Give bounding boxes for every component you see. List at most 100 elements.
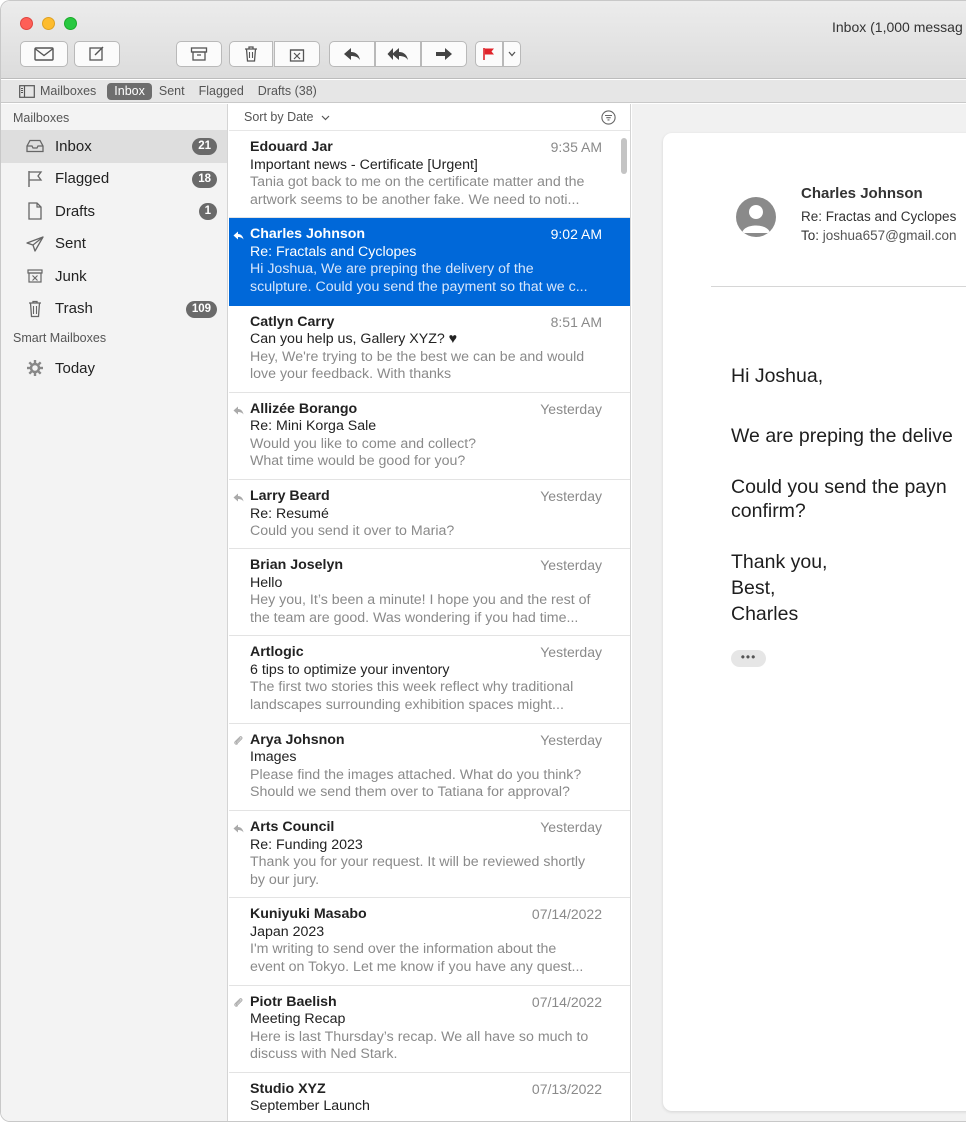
message-header-sender: Charles Johnson	[801, 185, 923, 202]
sidebar-item-label: Trash	[55, 300, 93, 318]
message-date: 9:35 AM	[550, 139, 602, 155]
message-subject: 6 tips to optimize your inventory	[250, 661, 450, 678]
favorites-drafts[interactable]: Drafts (38)	[251, 83, 324, 100]
message-header-recipient: To: joshua657@gmail.con	[801, 228, 957, 243]
message-row[interactable]: Edouard Jar 9:35 AM Important news - Cer…	[229, 131, 630, 219]
trash-icon	[245, 46, 257, 62]
replied-icon	[233, 490, 244, 508]
body-signoff: Best,	[731, 577, 776, 599]
message-date: Yesterday	[540, 644, 602, 661]
message-row[interactable]: Studio XYZ 07/13/2022 September Launch	[229, 1073, 630, 1121]
archive-button[interactable]	[176, 41, 222, 67]
message-preview: the team are good. Was wondering if you …	[250, 609, 579, 626]
message-subject: Hello	[250, 574, 283, 591]
replied-icon	[233, 403, 244, 421]
filter-button[interactable]	[601, 110, 616, 128]
message-preview: Please find the images attached. What do…	[250, 766, 582, 783]
zoom-window-button[interactable]	[64, 17, 77, 30]
message-preview: Hey you, It’s been a minute! I hope you …	[250, 592, 591, 609]
show-quoted-text-button[interactable]: •••	[731, 650, 766, 667]
attachment-icon	[233, 996, 243, 1014]
favorites-inbox[interactable]: Inbox	[107, 82, 152, 100]
message-date: Yesterday	[540, 488, 602, 505]
sidebar-toggle-icon	[19, 84, 35, 98]
favorites-mailboxes-button[interactable]: Mailboxes	[12, 83, 103, 100]
compose-icon	[89, 46, 104, 61]
get-mail-button[interactable]	[20, 41, 68, 67]
trash-icon	[25, 299, 45, 319]
archive-icon	[190, 47, 208, 61]
message-sender: Edouard Jar	[250, 139, 333, 155]
sidebar-item-inbox[interactable]: Inbox 21	[1, 130, 227, 163]
reply-all-button[interactable]	[375, 41, 421, 67]
reply-button[interactable]	[329, 41, 375, 67]
sidebar-item-trash[interactable]: Trash 109	[1, 293, 227, 326]
message-subject: Important news - Certificate [Urgent]	[250, 156, 478, 173]
gear-icon	[25, 358, 45, 378]
chevron-down-icon	[321, 115, 330, 121]
attachment-icon	[233, 734, 243, 752]
sidebar-item-label: Flagged	[55, 170, 110, 188]
drafts-icon	[25, 201, 45, 221]
sidebar-item-flagged[interactable]: Flagged 18	[1, 163, 227, 196]
message-subject: Japan 2023	[250, 923, 325, 940]
favorites-sent[interactable]: Sent	[152, 83, 192, 100]
favorites-flagged[interactable]: Flagged	[192, 83, 251, 100]
flag-button[interactable]	[475, 41, 503, 67]
message-date: Yesterday	[540, 400, 602, 417]
body-line: Could you send the payn	[731, 476, 947, 498]
junk-icon	[25, 266, 45, 286]
message-row[interactable]: Kuniyuki Masabo 07/14/2022 Japan 2023 I'…	[229, 898, 630, 986]
replied-icon	[233, 821, 244, 839]
sidebar-item-sent[interactable]: Sent	[1, 228, 227, 261]
message-preview: What time would be good for you?	[250, 453, 466, 470]
message-subject: Re: Resumé	[250, 505, 329, 522]
junk-button[interactable]	[274, 41, 320, 67]
message-row[interactable]: Piotr Baelish 07/14/2022 Meeting Recap H…	[229, 986, 630, 1073]
body-line: We are preping the delive	[731, 425, 953, 447]
message-row-selected[interactable]: Charles Johnson 9:02 AM Re: Fractals and…	[229, 218, 630, 306]
filter-icon	[601, 110, 616, 125]
message-preview: The first two stories this week reflect …	[250, 679, 574, 696]
message-row[interactable]: Arya Johsnon Yesterday Images Please fin…	[229, 724, 630, 812]
message-subject: Meeting Recap	[250, 1011, 346, 1028]
message-list-scrollbar[interactable]	[621, 138, 627, 174]
message-subject: Re: Fractals and Cyclopes	[250, 243, 417, 260]
sidebar-item-label: Inbox	[55, 137, 92, 155]
message-date: 07/14/2022	[531, 993, 602, 1010]
message-date: 07/13/2022	[531, 1080, 602, 1097]
forward-button[interactable]	[421, 41, 467, 67]
forward-icon	[436, 48, 452, 60]
message-row[interactable]: Artlogic Yesterday 6 tips to optimize yo…	[229, 636, 630, 724]
message-row[interactable]: Catlyn Carry 8:51 AM Can you help us, Ga…	[229, 306, 630, 393]
body-line: confirm?	[731, 500, 806, 522]
message-row[interactable]: Brian Joselyn Yesterday Hello Hey you, I…	[229, 549, 630, 637]
compose-button[interactable]	[74, 41, 120, 67]
recipient-address[interactable]: joshua657@gmail.con	[823, 228, 957, 243]
message-row[interactable]: Arts Council Yesterday Re: Funding 2023 …	[229, 811, 630, 899]
flag-icon	[25, 169, 45, 189]
sidebar-item-label: Today	[55, 359, 96, 377]
sidebar-item-drafts[interactable]: Drafts 1	[1, 195, 227, 228]
sidebar: Mailboxes Inbox 21 Flagged 18 Drafts 1 S…	[1, 104, 228, 1121]
trash-count-badge: 109	[185, 300, 217, 318]
message-row[interactable]: Larry Beard Yesterday Re: Resumé Could y…	[229, 480, 630, 550]
message-date: 9:02 AM	[550, 226, 602, 243]
message-subject: Images	[250, 749, 297, 766]
message-preview: artwork seems to be another fake. We nee…	[250, 191, 580, 208]
reply-icon	[344, 48, 360, 60]
flag-menu-button[interactable]	[503, 41, 521, 67]
sort-bar: Sort by Date	[229, 104, 630, 131]
flagged-count-badge: 18	[192, 170, 217, 188]
sort-by-date-button[interactable]: Sort by Date	[244, 110, 330, 124]
body-signature: Charles	[731, 603, 799, 625]
message-preview: Tania got back to me on the certificate …	[250, 174, 585, 190]
delete-button[interactable]	[229, 41, 273, 67]
message-preview: Could you send it over to Maria?	[250, 523, 455, 540]
message-row[interactable]: Allizée Borango Yesterday Re: Mini Korga…	[229, 393, 630, 481]
message-header-subject: Re: Fractas and Cyclopes	[801, 209, 957, 224]
sidebar-item-today[interactable]: Today	[1, 352, 227, 385]
minimize-window-button[interactable]	[42, 17, 55, 30]
sidebar-item-junk[interactable]: Junk	[1, 260, 227, 293]
close-window-button[interactable]	[20, 17, 33, 30]
